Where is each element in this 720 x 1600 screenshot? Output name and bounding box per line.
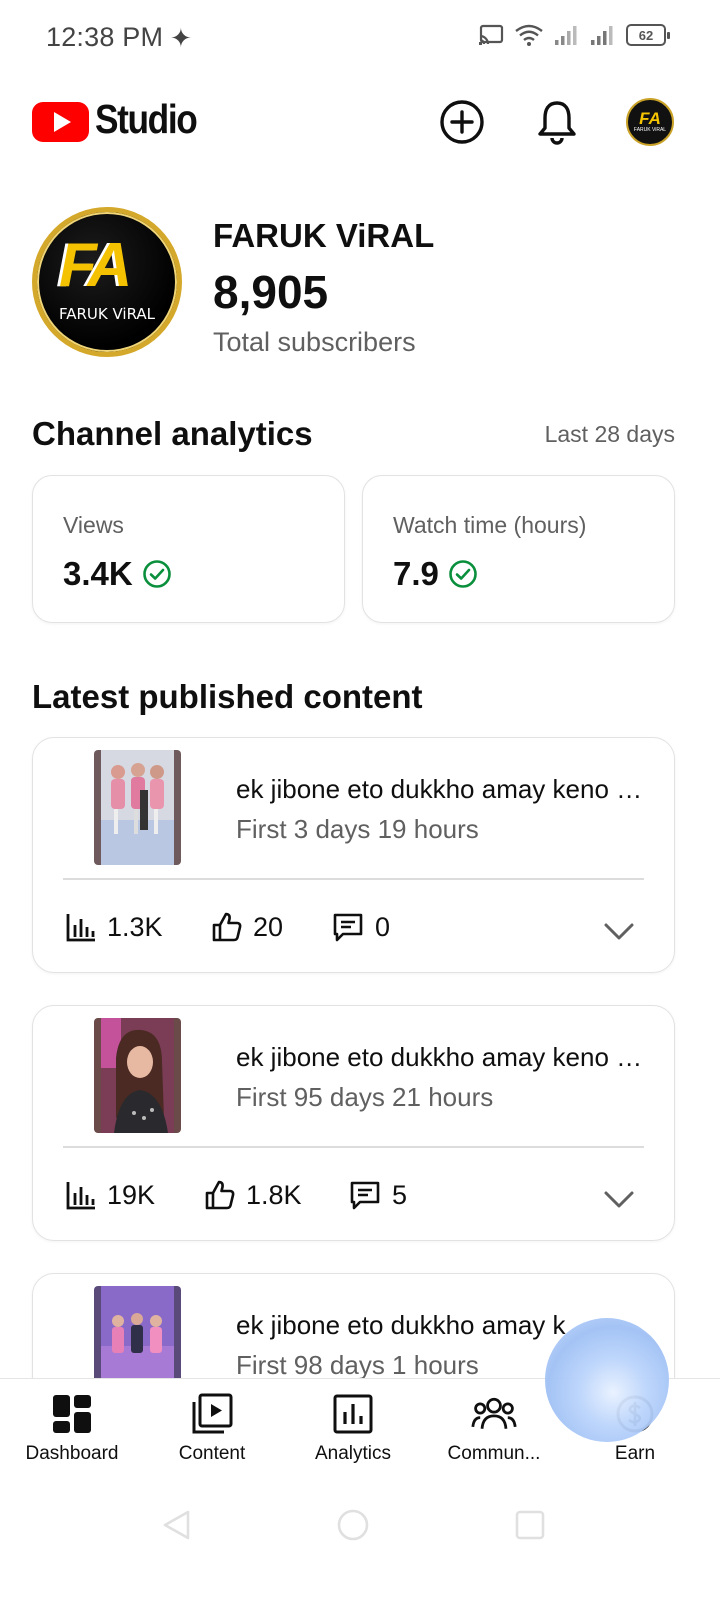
channel-avatar[interactable]: FA FARUK ViRAL	[32, 207, 182, 357]
analytics-title: Channel analytics	[32, 415, 313, 452]
views-card[interactable]: Views 3.4K	[32, 475, 345, 623]
video-title[interactable]: ek jibone eto dukkho amay keno tumi dile	[236, 1042, 646, 1073]
signal-icon	[555, 26, 577, 45]
app-bar: Studio FA FARUK ViRAL	[0, 88, 720, 158]
video-period: First 98 days 1 hours	[236, 1350, 479, 1380]
nav-community-label: Commun...	[447, 1443, 541, 1464]
chevron-down-icon	[604, 1191, 634, 1208]
nav-content[interactable]: Content	[140, 1379, 284, 1489]
nav-analytics-label: Analytics	[314, 1443, 392, 1464]
video-title[interactable]: ek jibone eto dukkho amay keno tumi dile	[236, 774, 646, 805]
status-time: 12:38 PM	[46, 22, 164, 52]
likes-count: 20	[253, 911, 284, 942]
wifi-icon	[515, 24, 543, 46]
dashboard-icon	[49, 1391, 95, 1437]
likes-metric: 20	[211, 911, 283, 943]
back-icon[interactable]	[160, 1508, 194, 1542]
sparkle-icon: ✦	[170, 23, 192, 53]
likes-metric: 1.8K	[204, 1179, 302, 1211]
battery-indicator: 62	[626, 24, 670, 46]
nav-analytics[interactable]: Analytics	[281, 1379, 425, 1489]
nav-community[interactable]: Commun...	[422, 1379, 566, 1489]
check-circle-icon	[142, 560, 171, 588]
channel-avatar-monogram: FA	[59, 231, 132, 300]
thumbnail-image	[94, 750, 181, 865]
check-circle-icon	[449, 560, 477, 588]
create-button[interactable]	[438, 98, 486, 146]
recents-icon[interactable]	[513, 1508, 547, 1542]
thumbs-up-icon	[212, 912, 242, 942]
views-value-row: 3.4K	[63, 555, 172, 593]
video-thumbnail[interactable]	[94, 750, 181, 865]
watch-time-value-row: 7.9	[393, 555, 478, 593]
add-circle-icon	[440, 100, 484, 144]
divider	[63, 878, 644, 880]
views-metric: 19K	[65, 1179, 155, 1211]
analytics-icon	[330, 1391, 376, 1437]
likes-count: 1.8K	[246, 1179, 302, 1210]
video-period: First 3 days 19 hours	[236, 814, 479, 844]
views-label: Views	[63, 512, 124, 538]
subscriber-count: 8,905	[213, 266, 329, 318]
thumbnail-image	[94, 1018, 181, 1133]
notifications-button[interactable]	[533, 98, 581, 146]
latest-content-title: Latest published content	[32, 678, 423, 715]
video-period: First 95 days 21 hours	[236, 1082, 494, 1112]
content-icon	[189, 1391, 235, 1437]
views-count: 1.3K	[107, 911, 163, 942]
comment-icon	[333, 913, 363, 942]
comments-metric: 0	[331, 911, 390, 943]
expand-button[interactable]	[602, 1182, 636, 1216]
channel-header: FA FARUK ViRAL FARUK ViRAL 8,905 Total s…	[0, 205, 720, 365]
bell-icon	[538, 101, 576, 145]
channel-avatar-name: FARUK ViRAL	[58, 305, 156, 323]
floating-assistant-bubble[interactable]	[545, 1318, 669, 1442]
system-navigation-bar	[0, 1488, 720, 1600]
views-value: 3.4K	[63, 555, 133, 592]
cast-icon	[479, 24, 504, 45]
views-metric: 1.3K	[65, 911, 163, 943]
bar-chart-icon	[66, 914, 95, 942]
video-thumbnail[interactable]	[94, 1018, 181, 1133]
chevron-down-icon	[604, 923, 634, 940]
account-avatar[interactable]: FA FARUK ViRAL	[626, 98, 674, 146]
subscriber-label: Total subscribers	[213, 327, 416, 357]
thumbs-up-icon	[205, 1180, 235, 1210]
watch-time-card[interactable]: Watch time (hours) 7.9	[362, 475, 675, 623]
nav-earn-label: Earn	[614, 1443, 656, 1464]
comment-icon	[350, 1181, 380, 1210]
status-bar: 12:38 PM ✦ 62	[0, 0, 720, 78]
community-icon	[471, 1391, 517, 1437]
nav-dashboard-label: Dashboard	[25, 1443, 119, 1464]
home-icon[interactable]	[336, 1508, 370, 1542]
watch-time-value: 7.9	[393, 555, 439, 592]
views-count: 19K	[107, 1179, 156, 1210]
bar-chart-icon	[66, 1182, 95, 1210]
status-icons: 62	[478, 24, 670, 46]
divider	[63, 1146, 644, 1148]
comments-count: 0	[375, 911, 391, 942]
avatar-monogram: FA	[639, 109, 661, 128]
content-card[interactable]: ek jibone eto dukkho amay keno tumi dile…	[32, 1005, 675, 1241]
signal-icon-2	[591, 26, 613, 45]
comments-metric: 5	[348, 1179, 407, 1211]
content-card[interactable]: ek jibone eto dukkho amay keno tumi dile…	[32, 737, 675, 973]
channel-name: FARUK ViRAL	[213, 217, 435, 254]
analytics-range: Last 28 days	[544, 421, 675, 447]
app-name: Studio	[95, 96, 198, 142]
nav-content-label: Content	[178, 1443, 246, 1464]
avatar-name: FARUK ViRAL	[633, 127, 667, 133]
expand-button[interactable]	[602, 914, 636, 948]
nav-dashboard[interactable]: Dashboard	[0, 1379, 144, 1489]
youtube-logo-icon	[32, 102, 89, 142]
watch-time-label: Watch time (hours)	[393, 512, 587, 538]
comments-count: 5	[392, 1179, 408, 1210]
